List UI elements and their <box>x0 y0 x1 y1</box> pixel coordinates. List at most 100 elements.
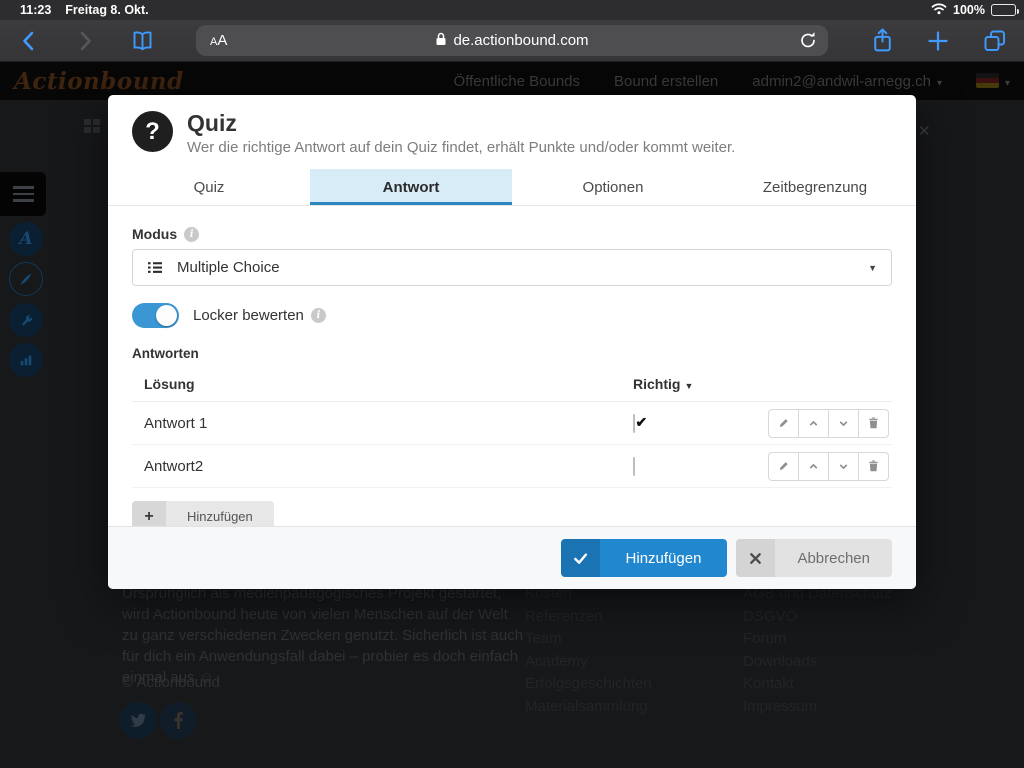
locker-bewerten-toggle[interactable] <box>132 303 179 328</box>
twitter-link[interactable] <box>120 702 157 739</box>
move-up-button[interactable] <box>798 409 829 438</box>
confirm-button[interactable]: Hinzufügen <box>561 539 728 577</box>
facebook-icon <box>174 712 183 729</box>
answers-label: Antworten <box>132 346 892 361</box>
answers-table: Lösung Richtig▼ Antwort 1 <box>132 367 892 488</box>
language-selector[interactable]: ▾ <box>976 73 1010 90</box>
sidebar-actionbound-button[interactable]: A <box>9 222 43 256</box>
footer-link[interactable]: Forum <box>743 630 891 647</box>
footer-link[interactable]: Materialsammlung <box>525 698 652 715</box>
wrench-icon <box>19 313 34 328</box>
tab-zeitbegrenzung[interactable]: Zeitbegrenzung <box>714 169 916 205</box>
chevron-up-icon <box>807 417 820 430</box>
footer-links-column-1: Kosten Referenzen Team Academy Erfolgsge… <box>525 585 652 720</box>
feather-icon <box>18 271 34 287</box>
question-mark-icon: ? <box>132 111 173 152</box>
answer-text: Antwort 1 <box>132 415 618 432</box>
background-close-icon: ✕ <box>918 122 931 140</box>
footer-link[interactable]: Academy <box>525 653 652 670</box>
column-correct-sort[interactable]: Richtig▼ <box>618 376 768 392</box>
forward-button[interactable] <box>74 29 96 53</box>
bar-chart-icon <box>19 353 33 367</box>
footer-links-column-2: AGB und Datenschutz DSGVO Forum Download… <box>728 585 891 720</box>
footer-link[interactable]: DSGVO <box>743 608 891 625</box>
tab-quiz[interactable]: Quiz <box>108 169 310 205</box>
footer-about-text: Ursprünglich als medienpädagogisches Pro… <box>122 583 524 688</box>
wifi-icon <box>931 2 947 18</box>
chevron-down-icon: ▼ <box>868 263 877 273</box>
footer-link[interactable]: Impressum <box>743 698 891 715</box>
share-icon[interactable] <box>870 27 895 54</box>
info-icon[interactable]: i <box>311 308 326 323</box>
modal-title: Quiz <box>187 111 735 136</box>
cancel-button[interactable]: Abbrechen <box>736 539 892 577</box>
german-flag-icon <box>976 73 999 88</box>
modus-label: Modus <box>132 226 177 242</box>
move-down-button[interactable] <box>828 452 859 481</box>
delete-button[interactable] <box>858 409 889 438</box>
grid-view-icon <box>84 119 101 134</box>
url-text: de.actionbound.com <box>453 32 588 49</box>
screen: 11:23 Freitag 8. Okt. 100% AA <box>0 0 1024 768</box>
correct-checkbox[interactable] <box>633 414 635 433</box>
tab-optionen[interactable]: Optionen <box>512 169 714 205</box>
back-button[interactable] <box>18 29 40 53</box>
twitter-icon <box>130 713 147 728</box>
page-background: Actionbound Öffentliche Bounds Bound ers… <box>0 62 1024 768</box>
new-tab-icon[interactable] <box>926 29 950 53</box>
footer-link[interactable]: Downloads <box>743 653 891 670</box>
nav-public-bounds[interactable]: Öffentliche Bounds <box>454 73 580 90</box>
info-icon[interactable]: i <box>184 227 199 242</box>
sidebar-stats-button[interactable] <box>9 343 43 377</box>
sidebar-menu-button[interactable] <box>0 172 46 216</box>
nav-account-menu[interactable]: admin2@andwil-arnegg.ch▾ <box>752 73 942 90</box>
chevron-down-icon <box>837 460 850 473</box>
actionbound-logo[interactable]: Actionbound <box>14 68 184 95</box>
footer-link[interactable]: Referenzen <box>525 608 652 625</box>
chevron-down-icon: ▾ <box>1005 78 1010 89</box>
footer-link[interactable]: Erfolgsgeschichten <box>525 675 652 692</box>
facebook-link[interactable] <box>160 702 197 739</box>
edit-button[interactable] <box>768 409 799 438</box>
battery-percent: 100% <box>953 3 985 17</box>
status-bar: 11:23 Freitag 8. Okt. 100% <box>0 0 1024 20</box>
modus-value: Multiple Choice <box>177 259 280 276</box>
row-actions <box>768 452 892 481</box>
list-icon <box>147 260 163 275</box>
answer-text: Antwort2 <box>132 458 618 475</box>
chevron-down-icon <box>837 417 850 430</box>
pencil-icon <box>777 460 790 473</box>
edit-button[interactable] <box>768 452 799 481</box>
footer-copyright: © Actionbound <box>122 674 220 691</box>
quiz-modal: ? Quiz Wer die richtige Antwort auf dein… <box>108 95 916 589</box>
move-down-button[interactable] <box>828 409 859 438</box>
table-row: Antwort 1 <box>132 402 892 445</box>
modal-footer: Hinzufügen Abbrechen <box>108 526 916 589</box>
column-solution: Lösung <box>132 376 618 392</box>
battery-icon <box>991 4 1016 16</box>
browser-toolbar: AA de.actionbound.com <box>0 20 1024 62</box>
modal-subtitle: Wer die richtige Antwort auf dein Quiz f… <box>187 139 735 156</box>
bookmarks-icon[interactable] <box>130 29 155 53</box>
sidebar-edit-button[interactable] <box>9 262 43 296</box>
tabs-icon[interactable] <box>982 28 1008 54</box>
move-up-button[interactable] <box>798 452 829 481</box>
modus-select[interactable]: Multiple Choice ▼ <box>132 249 892 286</box>
footer-link[interactable]: Team <box>525 630 652 647</box>
address-bar[interactable]: AA de.actionbound.com <box>196 25 828 56</box>
delete-button[interactable] <box>858 452 889 481</box>
correct-checkbox[interactable] <box>633 457 635 476</box>
sidebar-settings-button[interactable] <box>9 303 43 337</box>
trash-icon <box>867 459 880 473</box>
close-icon <box>736 539 775 577</box>
check-icon <box>561 539 600 577</box>
footer-link[interactable]: Kontakt <box>743 675 891 692</box>
tab-antwort[interactable]: Antwort <box>310 169 512 205</box>
lock-icon <box>435 32 447 50</box>
chevron-down-icon: ▾ <box>937 78 942 89</box>
nav-create-bound[interactable]: Bound erstellen <box>614 73 718 90</box>
table-row: Antwort2 <box>132 445 892 488</box>
sort-caret-icon: ▼ <box>684 381 693 391</box>
reload-button[interactable] <box>798 30 818 51</box>
toggle-label: Locker bewerten <box>193 307 304 324</box>
